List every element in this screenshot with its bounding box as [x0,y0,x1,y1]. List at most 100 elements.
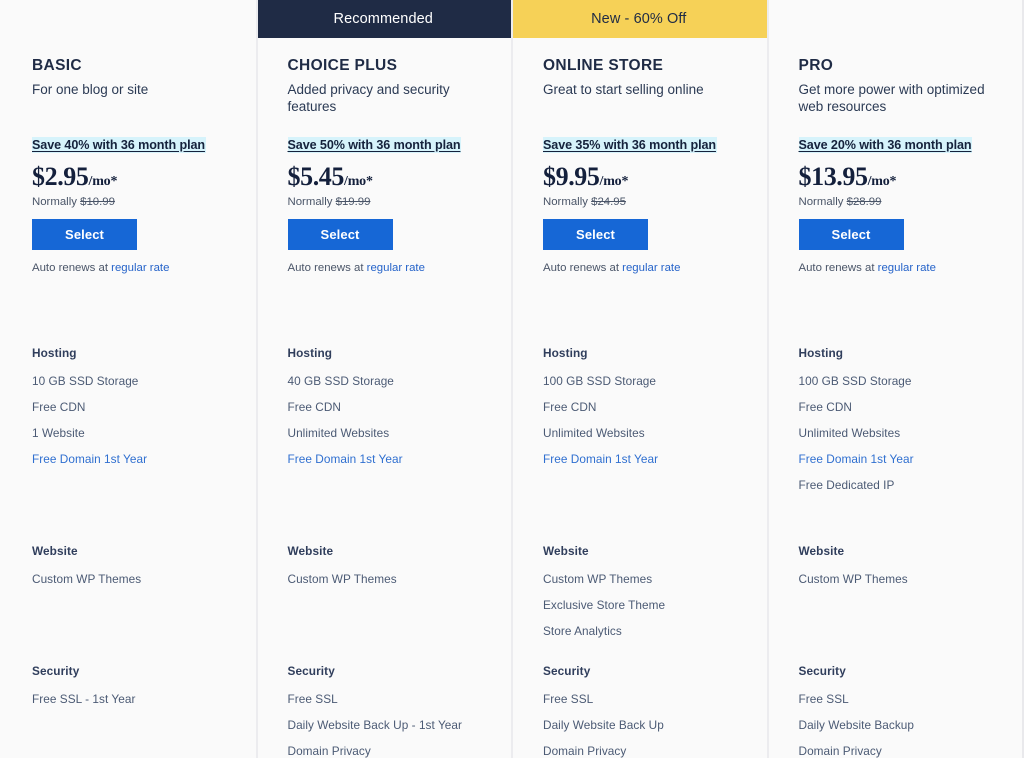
normal-price: Normally $24.95 [543,196,745,208]
normally-prefix: Normally [798,196,847,208]
feature-item[interactable]: Free Domain 1st Year [799,452,1007,466]
feature-item: Daily Website Back Up [543,718,664,732]
group-title-hosting: Hosting [543,346,588,360]
feature-item: 100 GB SSD Storage [798,374,912,388]
feature-group-website: Website Custom WP Themes [288,544,496,598]
auto-renew-note: Auto renews at regular rate [32,262,234,274]
feature-item[interactable]: Free Domain 1st Year [543,452,751,466]
plan-column-online-store: New - 60% Off ONLINE STORE Great to star… [511,0,767,758]
plan-tagline: Get more power with optimized web resour… [798,82,985,114]
plan-body-choice-plus: CHOICE PLUS Added privacy and security f… [256,38,512,758]
select-button[interactable]: Select [287,219,393,250]
normally-prefix: Normally [32,196,81,208]
price-amount: $2.95 [32,162,89,191]
price-period: /mo* [344,174,373,189]
save-offer-link[interactable]: Save 35% with 36 month plan [543,137,717,153]
feature-item: Free SSL [798,692,849,706]
normal-price-value: $19.99 [335,196,371,208]
auto-renew-note: Auto renews at regular rate [543,262,745,274]
normal-price-value: $24.95 [591,196,626,208]
feature-group-website: Website Custom WP Themes [799,544,1007,598]
feature-item: Free SSL [543,692,594,706]
price-amount: $13.95 [798,162,869,191]
group-title-hosting: Hosting [798,346,844,360]
feature-item: 100 GB SSD Storage [543,374,657,388]
group-title-security: Security [287,664,335,678]
group-title-website: Website [32,544,78,558]
feature-item: Custom WP Themes [32,572,142,586]
price-period: /mo* [88,174,118,189]
normally-prefix: Normally [287,196,336,208]
feature-item: 40 GB SSD Storage [287,374,394,388]
plan-body-pro: PRO Get more power with optimized web re… [767,38,1023,758]
feature-item: Free CDN [798,400,852,414]
save-offer-link[interactable]: Save 20% with 36 month plan [798,137,973,153]
feature-item: Unlimited Websites [798,426,901,440]
price-period: /mo* [599,174,629,189]
price-period: /mo* [867,174,897,189]
feature-item: Free CDN [32,400,86,414]
plan-tagline: For one blog or site [32,82,149,97]
group-title-website: Website [798,544,845,558]
plan-body-basic: BASIC For one blog or site Save 40% with… [0,38,256,758]
feature-group-website: Website Custom WP Themes [32,544,240,598]
select-button[interactable]: Select [543,219,648,250]
normal-price-value: $10.99 [80,196,115,208]
plan-tagline: Great to start selling online [543,82,704,97]
feature-group-hosting: Hosting 100 GB SSD Storage Free CDN Unli… [543,346,751,478]
plan-name: BASIC [32,57,82,74]
feature-item[interactable]: Free Domain 1st Year [288,452,496,466]
price-amount: $5.45 [287,162,345,191]
pricing-table: BASIC For one blog or site Save 40% with… [0,0,1024,758]
auto-renew-note: Auto renews at regular rate [799,262,1001,274]
regular-rate-link[interactable]: regular rate [111,262,169,274]
feature-item: Free CDN [543,400,597,414]
select-button[interactable]: Select [798,219,904,250]
renew-prefix: Auto renews at [287,262,367,274]
price-block: Save 20% with 36 month plan $13.95/mo* N… [798,136,1001,274]
normally-prefix: Normally [543,196,592,208]
price-amount: $9.95 [543,162,600,191]
feature-item: Free SSL [287,692,338,706]
feature-item: Domain Privacy [287,744,371,758]
select-button[interactable]: Select [32,219,137,250]
regular-rate-link[interactable]: regular rate [622,262,680,274]
plan-banner-pro [767,0,1023,38]
save-offer-link[interactable]: Save 40% with 36 month plan [32,137,206,153]
group-title-security: Security [543,664,591,678]
feature-item: 10 GB SSD Storage [32,374,139,388]
plan-price: $9.95/mo* [543,162,745,192]
group-title-hosting: Hosting [32,346,77,360]
group-title-website: Website [543,544,589,558]
renew-prefix: Auto renews at [798,262,878,274]
feature-group-website: Website Custom WP Themes Exclusive Store… [543,544,751,650]
normal-price: Normally $10.99 [32,196,234,208]
normal-price: Normally $19.99 [288,196,490,208]
plan-body-online-store: ONLINE STORE Great to start selling onli… [511,38,767,758]
price-block: Save 35% with 36 month plan $9.95/mo* No… [543,136,745,274]
feature-group-security: Security Free SSL Daily Website Back Up … [288,664,496,758]
plan-banner-recommended: Recommended [255,0,511,38]
renew-prefix: Auto renews at [32,262,112,274]
plan-banner-basic [0,0,256,38]
feature-group-security: Security Free SSL Daily Website Backup D… [799,664,1007,758]
feature-item: Domain Privacy [543,744,627,758]
plan-name: ONLINE STORE [543,57,664,74]
regular-rate-link[interactable]: regular rate [367,262,425,274]
feature-group-hosting: Hosting 10 GB SSD Storage Free CDN 1 Web… [32,346,240,478]
feature-item: Unlimited Websites [287,426,390,440]
feature-item: Unlimited Websites [543,426,645,440]
feature-item: Exclusive Store Theme [543,598,666,612]
save-offer-link[interactable]: Save 50% with 36 month plan [287,137,462,153]
plan-price: $13.95/mo* [799,162,1001,192]
price-block: Save 50% with 36 month plan $5.45/mo* No… [287,136,490,274]
feature-item[interactable]: Free Domain 1st Year [32,452,240,466]
regular-rate-link[interactable]: regular rate [878,262,936,274]
auto-renew-note: Auto renews at regular rate [288,262,490,274]
plan-tagline: Added privacy and security features [287,82,450,114]
feature-group-security: Security Free SSL - 1st Year [32,664,240,718]
normal-price: Normally $28.99 [799,196,1001,208]
plan-price: $2.95/mo* [32,162,234,192]
group-title-security: Security [32,664,80,678]
plan-price: $5.45/mo* [288,162,490,192]
